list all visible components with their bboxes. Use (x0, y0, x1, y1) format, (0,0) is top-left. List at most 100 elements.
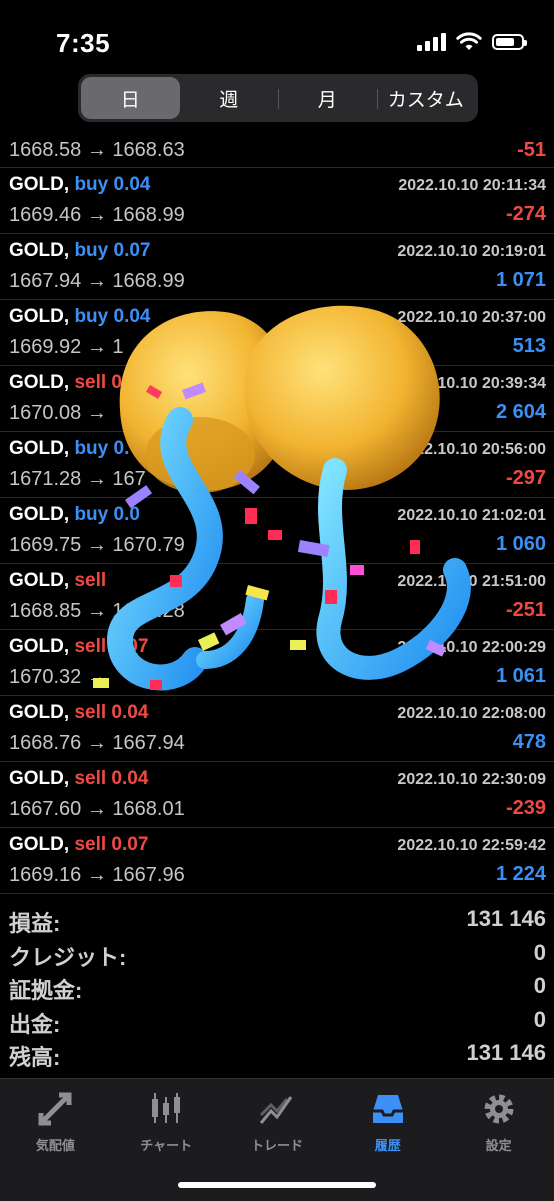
trade-datetime: 2022.10.10 21:51:00 (397, 573, 546, 590)
table-row[interactable]: GOLD, buy 0.0 2022.10.10 21:02:01 1669.75 … (0, 498, 554, 564)
trade-datetime: 2022.10.10 21:02:01 (397, 507, 546, 524)
profit-value: -239 (505, 797, 546, 819)
trade-side: sell 0.04 (74, 768, 149, 789)
trade-side: buy 0.07 (74, 240, 151, 261)
battery-icon (492, 34, 527, 50)
table-row[interactable]: 1668.58 → 1668.63 -51 (0, 134, 554, 168)
price-range: 1671.28 → 167 (9, 468, 146, 490)
trade-datetime: 2022.10.10 20:56:00 (397, 441, 546, 458)
summary-label: 残高: (9, 1045, 61, 1070)
period-segmented-control: 日 週 月 カスタム (78, 74, 478, 122)
tab-label: チャート (140, 1138, 193, 1153)
price-range: 1669.16 → 1667.96 (9, 864, 185, 886)
trade-datetime: 2022.10.10 22:00:29 (397, 639, 546, 656)
table-row[interactable]: GOLD, sell 0.07 2022.10.10 22:59:42 1669.1… (0, 828, 554, 894)
summary-label: 出金: (9, 1011, 61, 1037)
table-row[interactable]: GOLD, sell 0.04 2022.10.10 22:08:00 1668.7… (0, 696, 554, 762)
home-indicator (178, 1182, 376, 1188)
summary-row-deposit: 証拠金: 0 (0, 971, 554, 1005)
trade-side: sell (74, 570, 107, 591)
summary-label: 損益: (9, 911, 61, 936)
trade-symbol: GOLD, (9, 636, 70, 657)
price-range: 1668.85 → 1669.28 (9, 600, 185, 622)
gear-icon (479, 1089, 519, 1129)
trade-history-list: 1668.58 → 1668.63 -51 GOLD, buy 0.04 2022… (0, 134, 554, 894)
status-time: 7:35 (56, 28, 111, 58)
trade-side: buy 0.04 (74, 174, 151, 195)
trade-symbol: GOLD, (9, 702, 70, 723)
tab-label: 気配値 (35, 1138, 75, 1153)
trade-title: GOLD, buy 0.04 (9, 306, 151, 328)
price-range: 1669.75 → 1670.79 (9, 534, 185, 556)
price-range: 1670.32 → (9, 666, 107, 688)
trade-symbol: GOLD, (9, 570, 70, 591)
table-row[interactable]: GOLD, buy 0.04 2022.10.10 20:11:34 1669.46… (0, 168, 554, 234)
trade-title: GOLD, buy 0.07 (9, 240, 151, 262)
table-row[interactable]: GOLD, sell 2022.10.10 21:51:00 1668.85 → 1… (0, 564, 554, 630)
segment-custom[interactable]: カスタム (376, 77, 476, 119)
table-row[interactable]: GOLD, sell 0 10.10 20:39:34 1670.08 → 2 604 (0, 366, 554, 432)
trade-title: GOLD, sell (9, 570, 106, 592)
table-row[interactable]: GOLD, buy 0.07 2022.10.10 20:19:01 1667.94… (0, 234, 554, 300)
summary-label: 証拠金: (9, 978, 83, 1003)
trade-title: GOLD, sell 0.04 (9, 702, 148, 724)
trade-datetime: 2022.10.10 22:59:42 (397, 837, 546, 854)
trade-title: GOLD, sell 0.04 (9, 768, 148, 790)
trade-title: GOLD, buy 0.0 (9, 504, 140, 526)
profit-value: 2 604 (495, 401, 546, 423)
profit-value: 1 071 (495, 269, 546, 291)
price-range: 1667.94 → 1668.99 (9, 270, 185, 292)
table-row[interactable]: GOLD, buy 0.04 2022.10.10 20:37:00 1669.92… (0, 300, 554, 366)
trade-symbol: GOLD, (9, 240, 70, 261)
profit-value: 478 (512, 731, 546, 753)
trade-symbol: GOLD, (9, 834, 70, 855)
candlestick-icon (146, 1089, 186, 1129)
tab-quotes[interactable]: 気配値 (0, 1079, 111, 1201)
trade-datetime: 2022.10.10 20:37:00 (397, 309, 546, 326)
trade-datetime: 10.10 20:39:34 (437, 375, 546, 392)
summary-row-credit: クレジット: 0 (0, 938, 554, 972)
quotes-icon (35, 1089, 75, 1129)
tab-label: トレード (250, 1138, 303, 1153)
table-row[interactable]: GOLD, sell 0.04 2022.10.10 22:30:09 1667.6… (0, 762, 554, 828)
segment-month[interactable]: 月 (278, 77, 377, 119)
trade-symbol: GOLD, (9, 372, 70, 393)
profit-value: -274 (505, 203, 546, 225)
profit-value: -51 (517, 139, 546, 161)
tab-settings[interactable]: 設定 (443, 1079, 554, 1201)
summary-row-balance: 残高: 131 146 (0, 1038, 554, 1072)
profit-value: 1 224 (495, 863, 546, 885)
trade-datetime: 2022.10.10 22:08:00 (397, 705, 546, 722)
trade-symbol: GOLD, (9, 504, 70, 525)
trade-title: GOLD, sell 0 (9, 372, 122, 394)
trade-symbol: GOLD, (9, 438, 70, 459)
table-row[interactable]: GOLD, buy 0. 2022.10.10 20:56:00 1671.28 →… (0, 432, 554, 498)
summary-value: 0 (533, 939, 546, 965)
profit-value: -251 (505, 599, 546, 621)
trade-datetime: 2022.10.10 20:11:34 (398, 177, 546, 194)
history-inbox-icon (368, 1089, 408, 1129)
trade-symbol: GOLD, (9, 768, 70, 789)
summary-label: クレジット: (9, 944, 127, 970)
status-bar: 7:35 (0, 0, 554, 70)
segment-day[interactable]: 日 (81, 77, 180, 119)
trade-side: sell 0.04 (74, 702, 149, 723)
trade-symbol: GOLD, (9, 306, 70, 327)
trade-side: sell 0.07 (74, 834, 149, 855)
summary-row-profit: 損益: 131 146 (0, 904, 554, 938)
summary-value: 131 146 (466, 1040, 546, 1065)
segment-week[interactable]: 週 (180, 77, 279, 119)
tab-label: 設定 (485, 1138, 512, 1153)
price-range: 1668.76 → 1667.94 (9, 732, 185, 754)
trade-side: sell 0.07 (74, 636, 149, 657)
trade-title: GOLD, buy 0. (9, 438, 129, 460)
wifi-icon (456, 32, 482, 50)
profit-value: 513 (512, 335, 546, 357)
trade-title: GOLD, sell 0.07 (9, 636, 148, 658)
summary-value: 0 (533, 1006, 546, 1032)
table-row[interactable]: GOLD, sell 0.07 2022.10.10 22:00:29 1670.3… (0, 630, 554, 696)
trade-side: sell 0 (74, 372, 122, 393)
trade-symbol: GOLD, (9, 174, 70, 195)
tab-label: 履歴 (374, 1138, 401, 1153)
price-range: 1669.92 → 1 (9, 336, 124, 358)
